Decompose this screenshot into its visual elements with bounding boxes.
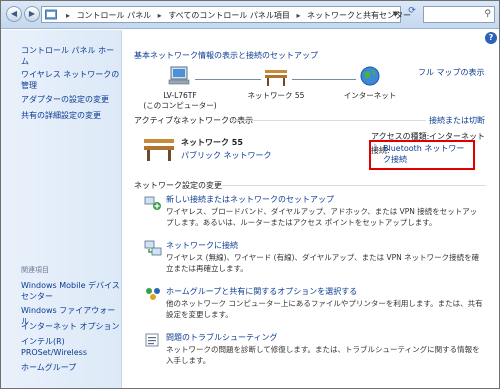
internet-globe-icon (360, 66, 380, 86)
address-bar[interactable]: ▸ コントロール パネル ▸ すべてのコントロール パネル項目 ▸ ネットワーク… (41, 6, 411, 23)
task-connect-link[interactable]: ネットワークに接続 (166, 240, 238, 251)
sidebar-item-home[interactable]: コントロール パネル ホーム (21, 45, 121, 67)
link-line (292, 79, 356, 80)
troubleshoot-icon (145, 333, 159, 347)
breadcrumb: ▸ コントロール パネル ▸ すべてのコントロール パネル項目 ▸ ネットワーク… (62, 10, 411, 21)
link-line (195, 79, 261, 80)
help-icon[interactable]: ? (485, 32, 497, 44)
sidebar-item-internet-options[interactable]: インターネット オプション (21, 321, 121, 332)
full-map-link[interactable]: フル マップの表示 (418, 67, 485, 78)
chevron-right-icon: ▸ (66, 11, 71, 20)
connect-disconnect-link[interactable]: 接続または切断 (429, 115, 485, 126)
new-connection-icon (144, 196, 161, 210)
active-network-name: ネットワーク 55 (181, 138, 243, 147)
internet-node-label: インターネット (343, 91, 397, 100)
search-input[interactable]: ⚲ (423, 6, 495, 23)
sidebar-item-homegroup[interactable]: ホームグループ (21, 362, 121, 373)
connect-network-icon (144, 240, 162, 256)
divider (220, 185, 486, 186)
related-heading: 関連項目 (21, 266, 49, 274)
forward-button[interactable]: ▶ (24, 6, 40, 22)
chevron-right-icon: ▸ (296, 11, 301, 20)
network-type-link[interactable]: パブリック ネットワーク (181, 150, 272, 161)
sidebar: コントロール パネル ホーム ワイヤレス ネットワークの管理 アダプターの設定の… (1, 30, 122, 388)
sidebar-item-sharing-settings[interactable]: 共有の詳細設定の変更 (21, 110, 121, 121)
task-troubleshoot-link[interactable]: 問題のトラブルシューティング (166, 332, 278, 343)
task-connect-desc: ワイヤレス (無線)、ワイヤード (有線)、ダイヤルアップ、または VPN ネッ… (166, 253, 480, 273)
task-homegroup-link[interactable]: ホームグループと共有に関するオプションを選択する (166, 286, 357, 297)
breadcrumb-control-panel[interactable]: コントロール パネル (77, 11, 152, 20)
computer-sub-label: (このコンピューター) (143, 101, 217, 110)
back-button[interactable]: ◀ (6, 6, 22, 22)
sidebar-item-mobile-device-center[interactable]: Windows Mobile デバイス センター (21, 280, 121, 302)
computer-icon (168, 66, 190, 85)
task-setup-link[interactable]: 新しい接続またはネットワークのセットアップ (166, 194, 334, 205)
task-troubleshoot-desc: ネットワークの問題を診断して修復します。または、トラブルシューティングに関する情… (166, 345, 480, 365)
bluetooth-connection-link[interactable]: Bluetooth ネットワーク接続 (383, 143, 471, 165)
homegroup-icon (146, 288, 160, 300)
change-settings-heading: ネットワーク設定の変更 (134, 181, 222, 190)
address-toolbar: ◀ ▶ ▸ コントロール パネル ▸ すべてのコントロール パネル項目 ▸ ネッ… (1, 1, 499, 29)
control-panel-icon (45, 9, 57, 20)
chevron-right-icon: ▸ (157, 11, 162, 20)
bluetooth-icon: ᛒ (373, 143, 378, 152)
computer-name: LV-L76TF (163, 91, 197, 100)
sidebar-item-manage-wireless[interactable]: ワイヤレス ネットワークの管理 (21, 69, 121, 91)
search-icon: ⚲ (484, 9, 491, 19)
sidebar-item-adapter-settings[interactable]: アダプターの設定の変更 (21, 94, 121, 105)
task-setup-desc: ワイヤレス、ブロードバンド、ダイヤルアップ、アドホック、または VPN 接続をセ… (166, 207, 478, 227)
public-network-bench-icon[interactable] (142, 136, 176, 162)
sidebar-item-proset-wireless[interactable]: インテル(R) PROSet/Wireless (21, 336, 121, 358)
bench-icon (265, 70, 287, 86)
network-node-label: ネットワーク 55 (247, 91, 305, 100)
task-homegroup-desc: 他のネットワーク コンピューター上にあるファイルやプリンターを利用します。または… (166, 299, 483, 319)
chevron-down-icon[interactable]: ▼ (393, 10, 398, 18)
breadcrumb-all-items[interactable]: すべてのコントロール パネル項目 (168, 11, 290, 20)
refresh-icon[interactable]: ⟳ (405, 6, 419, 23)
divider (232, 120, 426, 121)
page-title: 基本ネットワーク情報の表示と接続のセットアップ (134, 51, 318, 60)
